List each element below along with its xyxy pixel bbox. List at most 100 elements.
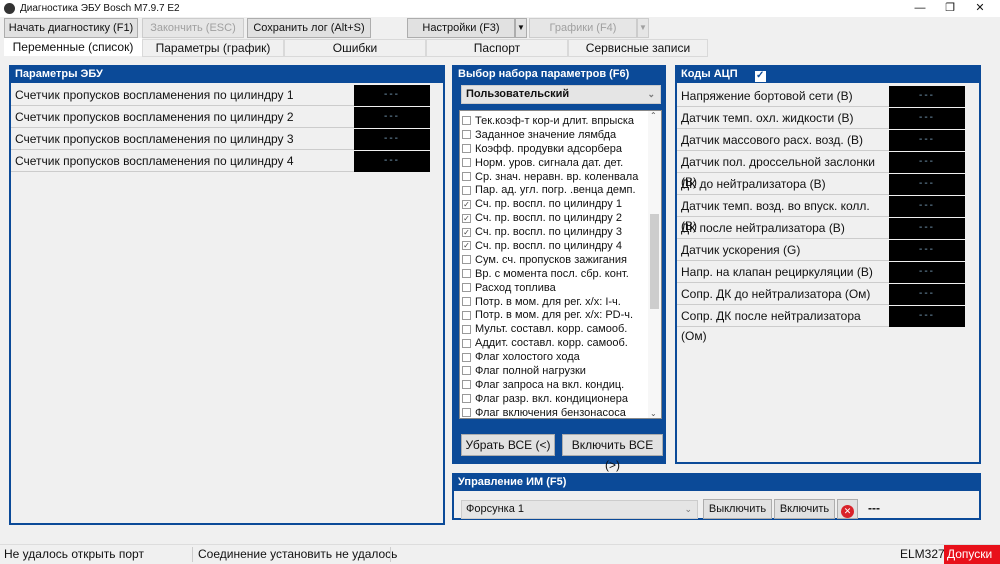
param-list-item[interactable]: Флаг полной нагрузки (460, 364, 661, 378)
param-list-item[interactable]: Норм. уров. сигнала дат. дет. (460, 156, 661, 170)
checkbox[interactable] (462, 310, 471, 320)
checkbox[interactable] (462, 172, 471, 181)
checkbox[interactable] (462, 283, 471, 293)
param-list-item[interactable]: Мульт. составл. корр. самооб. (460, 322, 661, 336)
checkbox[interactable] (462, 185, 471, 195)
param-value: --- (354, 129, 430, 150)
settings-button[interactable]: Настройки (F3) (407, 18, 515, 38)
checkbox[interactable] (462, 255, 471, 265)
adc-row: Сопр. ДК до нейтрализатора (Ом) (677, 284, 889, 305)
adc-checkbox[interactable]: ✓ (754, 71, 766, 82)
param-list-item[interactable]: Потр. в мом. для рег. х/х: I-ч. (460, 295, 661, 309)
ecu-param-row: Счетчик пропусков воспламенения по цилин… (11, 129, 354, 150)
param-list-item[interactable]: ✓ Сч. пр. воспл. по цилиндру 1 (460, 197, 661, 211)
start-diagnostics-button[interactable]: Начать диагностику (F1) (4, 18, 138, 38)
checkbox[interactable] (462, 130, 471, 140)
param-list-item[interactable]: Флаг включения бензонасоса (460, 406, 661, 418)
checked-checkbox[interactable]: ✓ (462, 227, 471, 237)
param-list-item[interactable]: Тек.коэф-т кор-и длит. впрыска (460, 114, 661, 128)
adc-header: Коды АЦП ✓ (677, 67, 979, 83)
turn-off-button[interactable]: Выключить (703, 499, 772, 519)
checkbox[interactable] (462, 269, 471, 279)
turn-on-button[interactable]: Включить (774, 499, 835, 519)
param-item-label: Заданное значение лямбда (475, 128, 617, 141)
param-list-item[interactable]: ✓ Сч. пр. воспл. по цилиндру 2 (460, 211, 661, 225)
checked-checkbox[interactable]: ✓ (462, 213, 471, 223)
param-list-item[interactable]: Расход топлива (460, 281, 661, 295)
param-list-item[interactable]: Вр. с момента посл. сбр. конт. (460, 267, 661, 281)
ecu-params-title: Параметры ЭБУ (11, 67, 443, 83)
param-list-item[interactable]: Ср. знач. неравн. вр. коленвала (460, 170, 661, 184)
adc-row: Датчик темп. возд. во впуск. колл. (В) (677, 196, 889, 233)
stop-button[interactable]: Закончить (ESC) (142, 18, 244, 38)
scroll-down-icon[interactable]: ⌄ (650, 409, 657, 418)
param-list-item[interactable]: Флаг запроса на вкл. кондиц. (460, 378, 661, 392)
tab-params-chart[interactable]: Параметры (график) (142, 39, 284, 57)
adc-value: --- (889, 196, 965, 217)
param-list-item[interactable]: Коэфф. продувки адсорбера (460, 142, 661, 156)
checkbox[interactable] (462, 408, 471, 418)
adc-label: ДК после нейтрализатора (В) (681, 221, 845, 235)
add-all-button[interactable]: Включить ВСЕ (>) (562, 434, 663, 472)
charts-dropdown-icon[interactable]: ▼ (637, 18, 649, 38)
adc-row: Сопр. ДК после нейтрализатора (Ом) (677, 306, 889, 343)
param-item-label: Ср. знач. неравн. вр. коленвала (475, 170, 639, 183)
param-item-label: Сч. пр. воспл. по цилиндру 3 (475, 226, 622, 239)
param-list-item[interactable]: Пар. ад. угл. погр. .венца демп. (460, 183, 661, 197)
param-item-label: Мульт. составл. корр. самооб. (475, 323, 628, 336)
minimize-icon[interactable]: — (905, 0, 935, 17)
checkbox[interactable] (462, 366, 471, 376)
param-list-item[interactable]: Флаг разр. вкл. кондиционера (460, 392, 661, 406)
checkbox[interactable] (462, 380, 471, 390)
save-log-button[interactable]: Сохранить лог (Alt+S) (247, 18, 371, 38)
close-icon[interactable]: ✕ (965, 0, 995, 17)
param-list-item[interactable]: Заданное значение лямбда (460, 128, 661, 142)
param-list-item[interactable]: Сум. сч. пропусков зажигания (460, 253, 661, 267)
adapter-label: ELM327 (900, 547, 945, 561)
title-bar: Диагностика ЭБУ Bosch M7.9.7 E2 — ❐ ✕ (0, 0, 1000, 17)
param-item-label: Расход топлива (475, 281, 556, 294)
checkbox[interactable] (462, 144, 471, 154)
checkbox[interactable] (462, 116, 471, 126)
tolerances-button[interactable]: Допуски (944, 545, 1000, 564)
ecu-param-row: Счетчик пропусков воспламенения по цилин… (11, 151, 354, 172)
param-list-item[interactable]: Потр. в мом. для рег. х/х: PD-ч. (460, 308, 661, 322)
param-list-item[interactable]: ✓ Сч. пр. воспл. по цилиндру 3 (460, 225, 661, 239)
restore-icon[interactable]: ❐ (935, 0, 965, 17)
adc-value: --- (889, 108, 965, 129)
tab-service-records[interactable]: Сервисные записи (568, 39, 708, 57)
actuator-select[interactable]: Форсунка 1 ⌄ (461, 500, 698, 519)
settings-dropdown-icon[interactable]: ▼ (515, 18, 527, 38)
param-item-label: Тек.коэф-т кор-и длит. впрыска (475, 114, 635, 127)
param-item-label: Потр. в мом. для рег. х/х: I-ч. (475, 295, 621, 308)
adc-row: Напряжение бортовой сети (В) (677, 86, 889, 107)
remove-all-button[interactable]: Убрать ВСЕ (<) (461, 434, 555, 456)
tab-variables-list[interactable]: Переменные (список) (4, 38, 142, 56)
checkbox[interactable] (462, 338, 471, 348)
param-set-select[interactable]: Пользовательский ⌄ (461, 85, 661, 104)
checkbox[interactable] (462, 394, 471, 404)
checked-checkbox[interactable]: ✓ (462, 199, 471, 209)
checkbox[interactable] (462, 158, 471, 168)
checked-checkbox[interactable]: ✓ (462, 241, 471, 251)
checkbox[interactable] (462, 324, 471, 334)
param-list-item[interactable]: Флаг холостого хода (460, 350, 661, 364)
checkbox[interactable] (462, 352, 471, 362)
stop-actuator-button[interactable]: ✕ (837, 499, 858, 519)
scrollbar-thumb[interactable] (650, 214, 659, 309)
adc-label: Сопр. ДК до нейтрализатора (Ом) (681, 287, 871, 301)
param-item-label: Потр. в мом. для рег. х/х: PD-ч. (475, 309, 634, 322)
tab-passport[interactable]: Паспорт (426, 39, 568, 57)
tab-errors[interactable]: Ошибки (284, 39, 426, 57)
charts-button[interactable]: Графики (F4) (529, 18, 637, 38)
adc-label: Датчик ускорения (G) (681, 243, 801, 257)
adc-value: --- (889, 306, 965, 327)
param-label: Счетчик пропусков воспламенения по цилин… (15, 132, 294, 146)
param-list-item[interactable]: ✓ Сч. пр. воспл. по цилиндру 4 (460, 239, 661, 253)
scroll-up-icon[interactable]: ⌃ (650, 111, 657, 120)
param-list-scrollbar[interactable]: ⌃ ⌄ (648, 111, 661, 418)
param-list-item[interactable]: Аддит. составл. корр. самооб. (460, 336, 661, 350)
adc-row: Датчик ускорения (G) (677, 240, 889, 261)
checkbox[interactable] (462, 297, 471, 307)
chevron-down-icon: ⌄ (647, 89, 655, 99)
